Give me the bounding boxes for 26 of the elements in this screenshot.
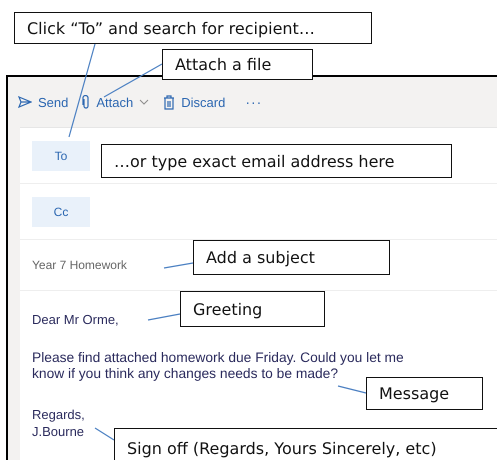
attach-button[interactable]: Attach xyxy=(82,94,150,110)
recipient-button[interactable]: Cc xyxy=(32,196,90,226)
callout-label: Attach a file xyxy=(162,49,313,80)
more-button[interactable]: ··· xyxy=(245,94,262,110)
sign-off-text: J.Bourne xyxy=(32,423,84,440)
callout-label: Add a subject xyxy=(193,240,390,275)
caret-icon xyxy=(139,99,150,105)
discard-button[interactable]: Discard xyxy=(163,94,226,110)
leader-line xyxy=(164,262,194,269)
leader-line xyxy=(94,428,114,440)
leader-line xyxy=(104,63,162,98)
callout-label: Greeting xyxy=(180,291,325,327)
trash-icon xyxy=(163,94,176,110)
callout-label: Click “To” and search for recipient… xyxy=(14,12,372,44)
greeting-text: Dear Mr Orme, xyxy=(32,311,119,328)
callout-label: Sign off (Regards, Yours Sincerely, etc) xyxy=(114,428,497,460)
leader-line xyxy=(338,385,366,394)
recipient-button[interactable]: To xyxy=(32,140,90,170)
paperclip-icon xyxy=(82,94,90,110)
callout-label: …or type exact email address here xyxy=(101,144,452,178)
sign-off-text: Regards, xyxy=(32,406,85,423)
subject-field[interactable]: Year 7 Homework xyxy=(32,258,127,272)
send-icon xyxy=(18,96,32,108)
leader-line xyxy=(148,313,180,321)
send-button[interactable]: Send xyxy=(18,94,68,110)
callout-label: Message xyxy=(366,377,483,410)
